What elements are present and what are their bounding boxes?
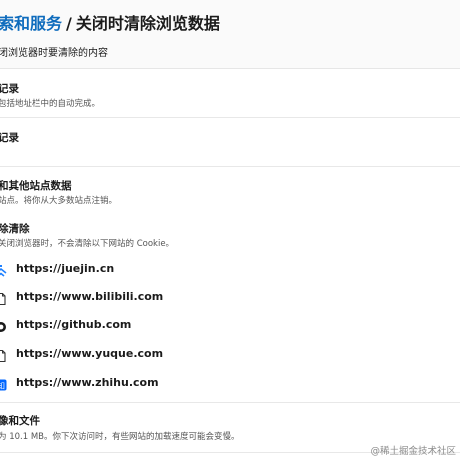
site-row[interactable]: https://juejin.cn: [0, 256, 460, 284]
site-url: https://www.zhihu.com: [16, 376, 159, 389]
option-cookies[interactable]: 和其他站点数据 站点。将你从大多数站点注销。: [0, 167, 460, 211]
github-icon: [0, 319, 7, 333]
option-download-history[interactable]: 记录: [0, 118, 460, 167]
option-title: 和其他站点数据: [0, 180, 72, 192]
breadcrumb-parent-link[interactable]: 索和服务: [0, 14, 62, 33]
site-url: https://github.com: [16, 318, 132, 331]
option-title: 像和文件: [0, 415, 40, 427]
site-url: https://juejin.cn: [16, 262, 115, 275]
option-title: 记录: [0, 83, 19, 95]
svg-text:知: 知: [0, 381, 5, 391]
page-icon: [0, 291, 7, 306]
site-row[interactable]: https://github.com: [0, 312, 460, 340]
watermark: @稀土掘金技术社区: [370, 446, 456, 457]
zhihu-icon: 知: [0, 377, 7, 391]
page-icon: [0, 348, 7, 363]
option-desc: 为 10.1 MB。你下次访问时，有些网站的加载速度可能会变慢。: [0, 432, 240, 442]
juejin-icon: [0, 263, 7, 277]
section-title: 除清除: [0, 223, 30, 235]
option-history[interactable]: 记录 包括地址栏中的自动完成。: [0, 69, 460, 118]
site-row[interactable]: https://www.bilibili.com: [0, 284, 460, 312]
section-desc: 关闭浏览器时，不会清除以下网站的 Cookie。: [0, 239, 175, 249]
page-subtitle: 闭浏览器时要清除的内容: [0, 48, 108, 59]
option-desc: 包括地址栏中的自动完成。: [0, 99, 101, 109]
option-title: 记录: [0, 132, 19, 144]
site-url: https://www.bilibili.com: [16, 290, 164, 303]
breadcrumb-separator: /: [66, 14, 72, 33]
clear-exception-section: 除清除 关闭浏览器时，不会清除以下网站的 Cookie。: [0, 211, 460, 255]
option-desc: 站点。将你从大多数站点注销。: [0, 196, 118, 206]
breadcrumb: 索和服务 / 关闭时清除浏览数据: [0, 10, 220, 34]
site-url: https://www.yuque.com: [16, 347, 164, 360]
site-row[interactable]: 知 https://www.zhihu.com: [0, 370, 460, 398]
page-header: 索和服务 / 关闭时清除浏览数据 闭浏览器时要清除的内容: [0, 0, 460, 69]
page-title: 关闭时清除浏览数据: [75, 14, 220, 33]
site-row[interactable]: https://www.yuque.com: [0, 341, 460, 369]
